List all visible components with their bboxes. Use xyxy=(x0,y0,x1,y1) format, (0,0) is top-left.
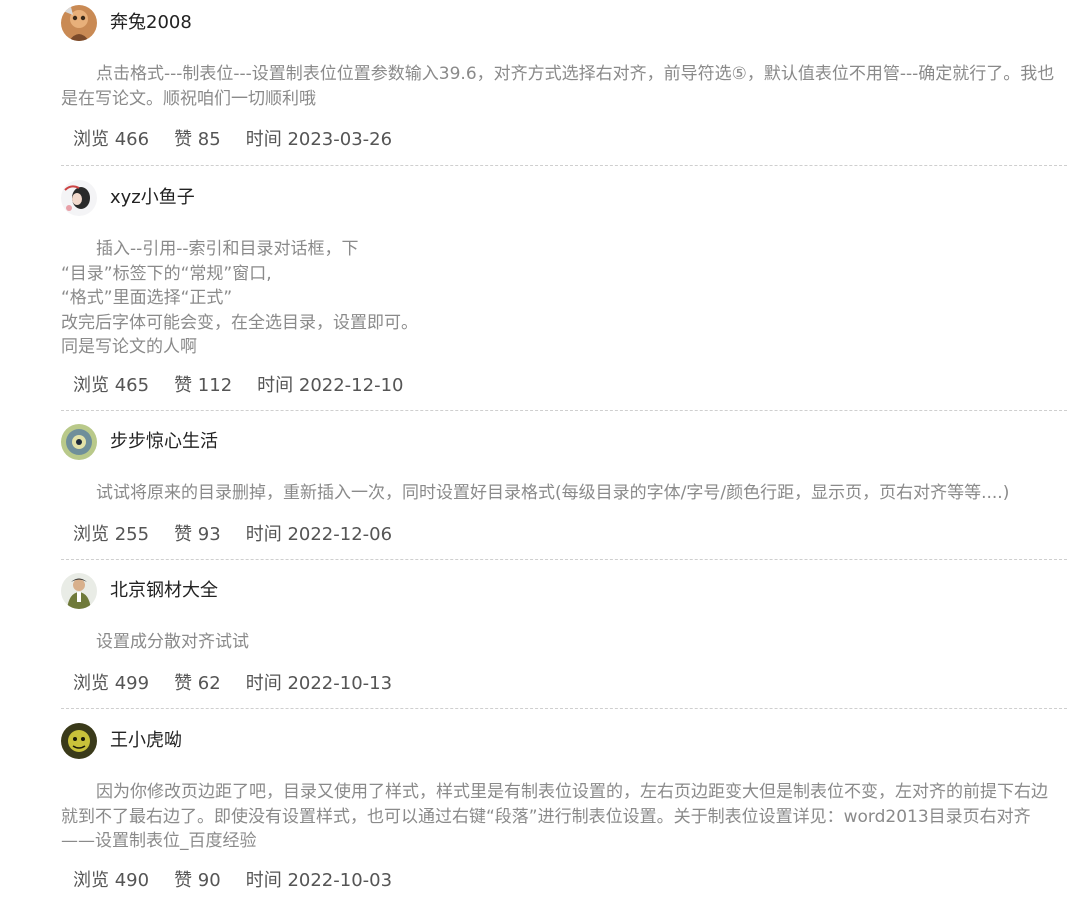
post-time: 时间 2022-10-03 xyxy=(245,870,393,891)
answer-author[interactable]: 奔兔2008 xyxy=(61,5,192,41)
view-count: 浏览 499 xyxy=(73,673,150,694)
post-time: 时间 2023-03-26 xyxy=(245,129,393,150)
post-time: 时间 2022-12-06 xyxy=(245,524,393,545)
view-count: 浏览 465 xyxy=(73,375,150,396)
answer-content: 因为你修改页边距了吧，目录又使用了样式，样式里是有制表位设置的，左右页边距变大但… xyxy=(61,780,1061,854)
answer-meta: 浏览 499 赞 62 时间 2022-10-13 xyxy=(61,672,392,696)
author-name[interactable]: xyz小鱼子 xyxy=(110,186,195,210)
answer-list: 奔兔2008 点击格式---制表位---设置制表位位置参数输入39.6，对齐方式… xyxy=(61,0,1067,909)
avatar[interactable] xyxy=(61,424,97,460)
like-count[interactable]: 赞 85 xyxy=(174,128,221,152)
like-count[interactable]: 赞 93 xyxy=(174,523,221,547)
answer-paragraph: 同是写论文的人啊 xyxy=(61,337,197,357)
answer-item: 王小虎呦 因为你修改页边距了吧，目录又使用了样式，样式里是有制表位设置的，左右页… xyxy=(61,709,1067,909)
answer-meta: 浏览 466 赞 85 时间 2023-03-26 xyxy=(61,128,392,152)
answer-meta: 浏览 255 赞 93 时间 2022-12-06 xyxy=(61,523,392,547)
avatar[interactable] xyxy=(61,723,97,759)
answer-author[interactable]: 步步惊心生活 xyxy=(61,424,218,460)
post-time: 时间 2022-10-13 xyxy=(245,673,393,694)
like-count[interactable]: 赞 90 xyxy=(174,869,221,893)
answer-item: 北京钢材大全 设置成分散对齐试试 浏览 499 赞 62 时间 2022-10-… xyxy=(61,560,1067,709)
author-name[interactable]: 北京钢材大全 xyxy=(110,579,218,603)
view-count: 浏览 490 xyxy=(73,870,150,891)
answer-meta: 浏览 490 赞 90 时间 2022-10-03 xyxy=(61,869,392,893)
like-count[interactable]: 赞 62 xyxy=(174,672,221,696)
author-name[interactable]: 王小虎呦 xyxy=(110,729,182,753)
answer-author[interactable]: 王小虎呦 xyxy=(61,723,182,759)
answer-paragraph: 试试将原来的目录删掉，重新插入一次，同时设置好目录格式(每级目录的字体/字号/颜… xyxy=(96,483,1010,503)
answer-paragraph: 设置成分散对齐试试 xyxy=(96,632,249,652)
answer-paragraph: “格式”里面选择“正式” xyxy=(61,288,233,308)
avatar[interactable] xyxy=(61,573,97,609)
author-name[interactable]: 步步惊心生活 xyxy=(110,430,218,454)
post-time: 时间 2022-12-10 xyxy=(257,375,404,396)
avatar[interactable] xyxy=(61,180,97,216)
view-count: 浏览 255 xyxy=(73,524,150,545)
answer-paragraph: 改完后字体可能会变，在全选目录，设置即可。 xyxy=(61,312,418,333)
answer-author[interactable]: 北京钢材大全 xyxy=(61,573,218,609)
answer-meta: 浏览 465 赞 112 时间 2022-12-10 xyxy=(61,374,404,398)
answer-content: 试试将原来的目录删掉，重新插入一次，同时设置好目录格式(每级目录的字体/字号/颜… xyxy=(61,481,1067,506)
view-count: 浏览 466 xyxy=(73,129,150,150)
avatar[interactable] xyxy=(61,5,97,41)
answer-paragraph: 点击格式---制表位---设置制表位位置参数输入39.6，对齐方式选择右对齐，前… xyxy=(61,64,1055,109)
answer-author[interactable]: xyz小鱼子 xyxy=(61,180,195,216)
answer-paragraph: “目录”标签下的“常规”窗口, xyxy=(61,263,272,284)
answer-paragraph: 因为你修改页边距了吧，目录又使用了样式，样式里是有制表位设置的，左右页边距变大但… xyxy=(61,782,1048,851)
answer-item: xyz小鱼子 插入--引用--索引和目录对话框，下 “目录”标签下的“常规”窗口… xyxy=(61,166,1067,411)
answer-content: 插入--引用--索引和目录对话框，下 “目录”标签下的“常规”窗口, “格式”里… xyxy=(61,237,1067,360)
answer-item: 步步惊心生活 试试将原来的目录删掉，重新插入一次，同时设置好目录格式(每级目录的… xyxy=(61,411,1067,560)
answer-content: 设置成分散对齐试试 xyxy=(61,630,1067,655)
like-count[interactable]: 赞 112 xyxy=(174,374,232,398)
answer-item: 奔兔2008 点击格式---制表位---设置制表位位置参数输入39.6，对齐方式… xyxy=(61,0,1067,166)
answer-paragraph: 插入--引用--索引和目录对话框，下 xyxy=(96,239,359,259)
author-name[interactable]: 奔兔2008 xyxy=(110,11,192,35)
answer-content: 点击格式---制表位---设置制表位位置参数输入39.6，对齐方式选择右对齐，前… xyxy=(61,62,1067,111)
